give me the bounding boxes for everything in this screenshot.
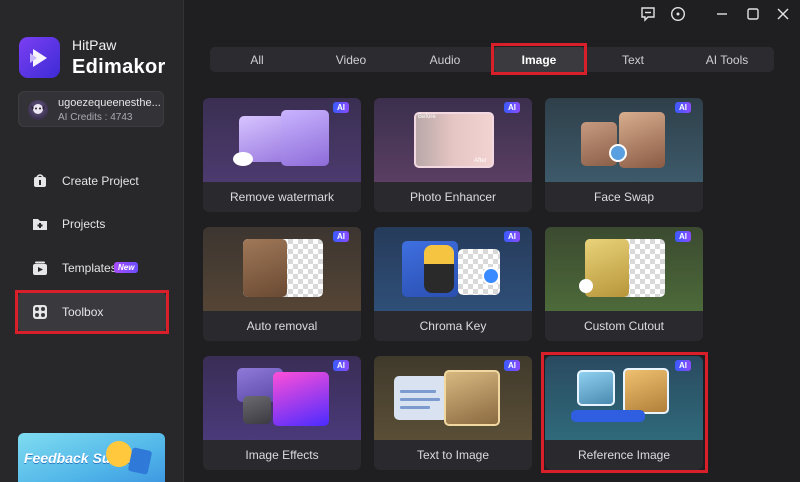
create-project-icon <box>34 174 46 187</box>
nav-label: Create Project <box>62 174 139 188</box>
card-label: Custom Cutout <box>583 319 665 333</box>
tab-image[interactable]: Image <box>494 47 584 72</box>
card-label: Remove watermark <box>229 190 335 204</box>
category-tabs: All Video Audio Image Text AI Tools <box>210 47 774 72</box>
tool-card-auto-removal[interactable]: AI Auto removal <box>203 227 361 341</box>
ai-badge: AI <box>675 231 691 242</box>
maximize-icon[interactable] <box>745 6 761 22</box>
sidebar: HitPaw Edimakor ugoezequeenesthe... AI C… <box>0 0 184 482</box>
nav-create-project[interactable]: Create Project <box>18 162 166 200</box>
tool-card-reference-image[interactable]: AI Reference Image <box>545 356 703 470</box>
minimize-icon[interactable] <box>714 6 730 22</box>
tab-all[interactable]: All <box>210 47 304 72</box>
new-badge: New <box>114 262 139 273</box>
message-icon[interactable] <box>640 6 656 22</box>
nav-label: Projects <box>62 217 106 231</box>
account-name: ugoezequeenesthe... <box>58 97 160 109</box>
card-label: Text to Image <box>416 448 490 462</box>
after-label: After <box>474 158 487 164</box>
tab-text[interactable]: Text <box>586 47 680 72</box>
card-label: Auto removal <box>246 319 318 333</box>
card-label: Photo Enhancer <box>409 190 497 204</box>
brand-name-top: HitPaw <box>72 37 117 53</box>
ai-badge: AI <box>504 360 520 371</box>
close-icon[interactable] <box>775 6 791 22</box>
card-label: Face Swap <box>593 190 655 204</box>
feedback-survey-banner[interactable]: Feedback Survey <box>18 433 165 482</box>
ai-badge: AI <box>333 360 349 371</box>
survey-card-icon <box>127 447 153 475</box>
tool-card-remove-watermark[interactable]: AI Remove watermark <box>203 98 361 212</box>
nav-label: Templates <box>62 261 117 275</box>
nav-label: Toolbox <box>62 305 104 319</box>
ai-badge: AI <box>504 102 520 113</box>
account-panel[interactable]: ugoezequeenesthe... AI Credits : 4743 <box>18 91 164 127</box>
tab-audio[interactable]: Audio <box>398 47 492 72</box>
edimakor-logo-icon <box>19 37 60 78</box>
tool-card-image-effects[interactable]: AI Image Effects <box>203 356 361 470</box>
projects-folder-icon <box>33 219 47 230</box>
emoji-icon <box>106 441 132 467</box>
ai-badge: AI <box>333 102 349 113</box>
nav-projects[interactable]: Projects <box>18 205 166 243</box>
ai-badge: AI <box>333 231 349 242</box>
tab-ai-tools[interactable]: AI Tools <box>680 47 774 72</box>
nav-toolbox[interactable]: Toolbox <box>18 293 166 331</box>
ai-badge: AI <box>675 102 691 113</box>
card-label: Image Effects <box>245 448 319 462</box>
nav-templates[interactable]: Templates New <box>18 249 166 287</box>
ai-badge: AI <box>675 360 691 371</box>
card-label: Reference Image <box>577 448 671 462</box>
tool-card-photo-enhancer[interactable]: Before After AI Photo Enhancer <box>374 98 532 212</box>
tool-card-chroma-key[interactable]: AI Chroma Key <box>374 227 532 341</box>
tab-video[interactable]: Video <box>304 47 398 72</box>
menu-circle-icon[interactable] <box>670 6 686 22</box>
ai-credits: AI Credits : 4743 <box>58 112 133 123</box>
ai-badge: AI <box>504 231 520 242</box>
tool-card-custom-cutout[interactable]: AI Custom Cutout <box>545 227 703 341</box>
brand-name: Edimakor <box>72 56 166 78</box>
avatar <box>28 100 48 120</box>
templates-icon <box>33 261 47 275</box>
tool-card-face-swap[interactable]: AI Face Swap <box>545 98 703 212</box>
toolbox-icon <box>33 305 47 319</box>
before-label: Before <box>418 114 436 120</box>
card-label: Chroma Key <box>419 319 487 333</box>
tool-card-text-to-image[interactable]: AI Text to Image <box>374 356 532 470</box>
